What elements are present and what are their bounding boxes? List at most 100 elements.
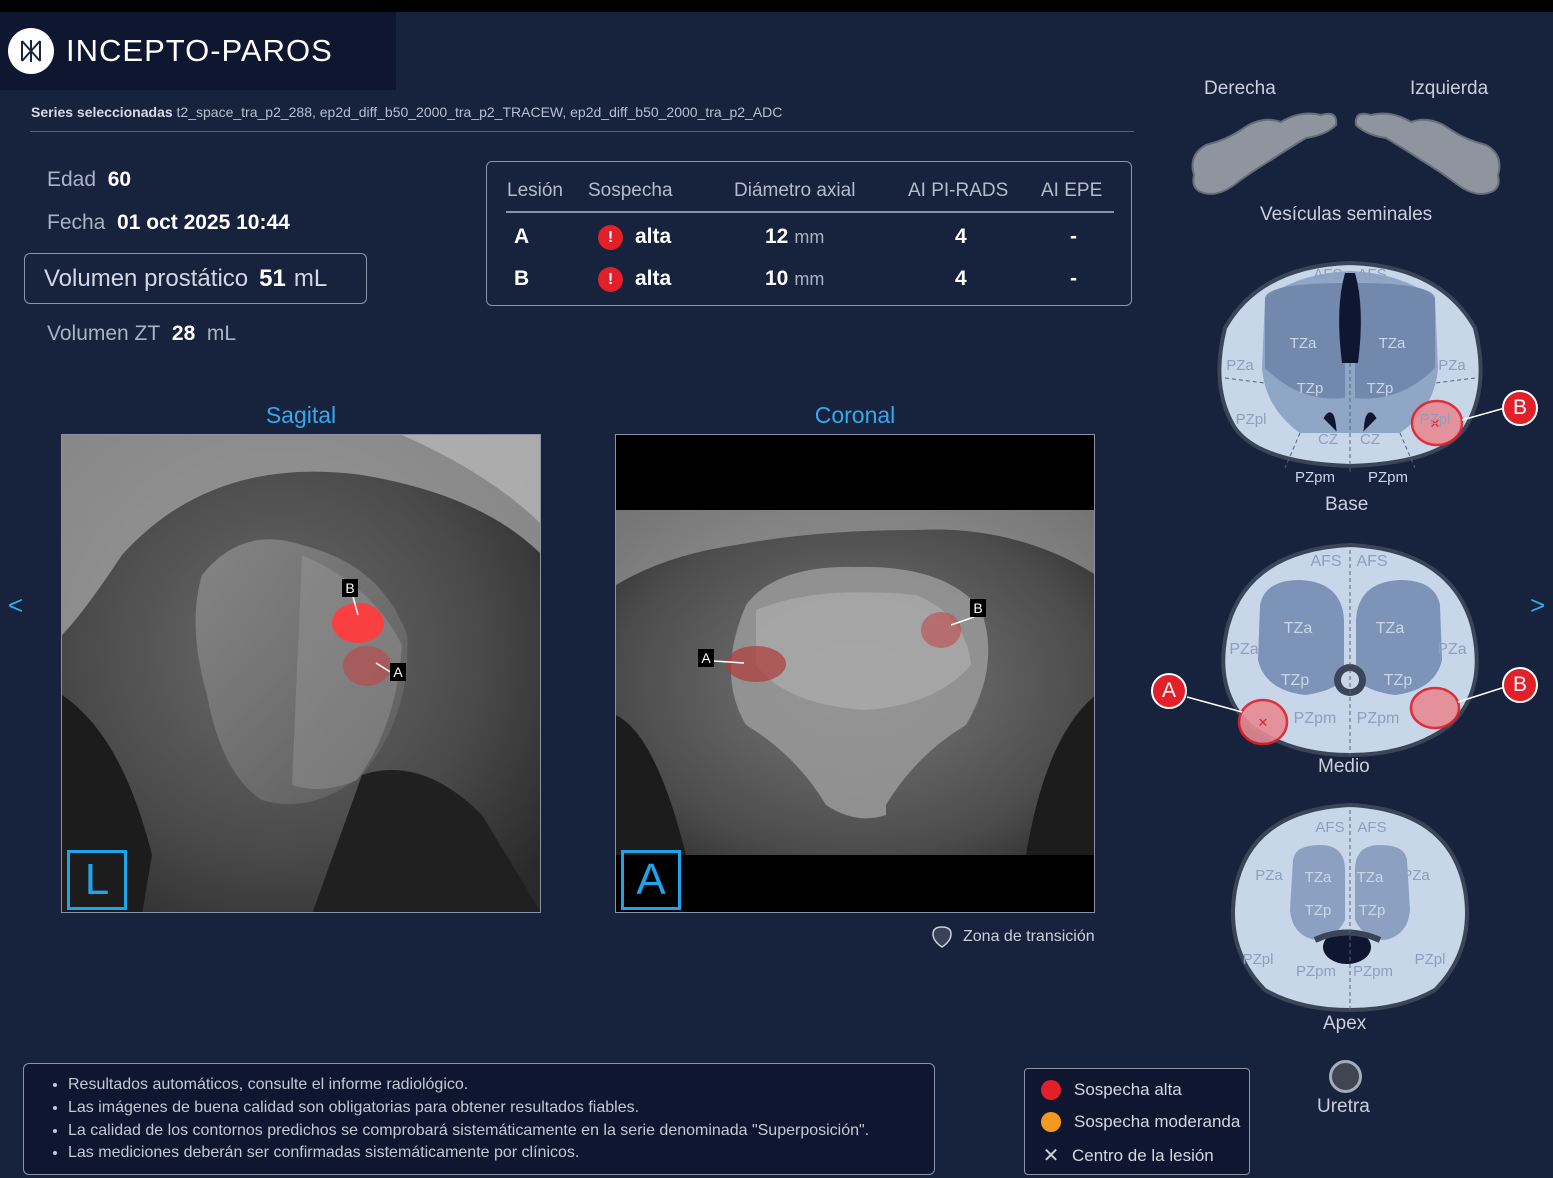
mid-zone-map: ✕ AFS AFS TZa TZa PZa PZa TZp TZp PZpm P…: [1186, 542, 1506, 758]
zone-label: AFS: [1310, 553, 1341, 570]
lesion-table: Lesión Sospecha Diámetro axial AI PI-RAD…: [486, 161, 1132, 306]
urethra-label: Uretra: [1317, 1096, 1370, 1117]
top-bar: [0, 0, 1553, 12]
base-label: Base: [1325, 494, 1369, 515]
diameter-cell: 10 mm: [765, 267, 824, 291]
zt-volume: Volumen ZT 28 mL: [47, 322, 236, 346]
transition-zone-legend: Zona de transición: [931, 925, 1095, 949]
legend-moderate: Sospecha moderanda: [1041, 1112, 1240, 1132]
zone-label: TZa: [1305, 869, 1332, 886]
right-side-label: Derecha: [1204, 78, 1276, 99]
prostate-volume-value: 51: [259, 264, 286, 292]
study-date: Fecha 01 oct 2025 10:44: [47, 211, 290, 235]
sagittal-image: B A: [62, 435, 540, 912]
zone-label: PZpm: [1296, 963, 1336, 980]
lesion-center-icon: ✕: [1042, 1145, 1060, 1167]
suspicion-legend: Sospecha alta Sospecha moderanda ✕ Centr…: [1024, 1068, 1250, 1175]
zone-label: PZpl: [1415, 951, 1446, 968]
pirads-value: 4: [955, 225, 967, 248]
note-item: Las mediciones deberán ser confirmadas s…: [68, 1142, 934, 1165]
zone-label: PZpl: [1243, 951, 1274, 968]
diameter-unit: mm: [794, 227, 825, 247]
zt-volume-unit: mL: [206, 322, 237, 345]
table-header-divider: [506, 211, 1114, 213]
apex-zone-map: AFS AFS PZa TZa TZa PZa TZp TZp PZpl PZp…: [1231, 802, 1469, 1013]
zone-label: PZpm: [1368, 469, 1408, 486]
date-label: Fecha: [47, 211, 106, 234]
zone-label: PZpl: [1420, 411, 1451, 428]
prostate-volume-unit: mL: [293, 264, 328, 292]
coronal-marker-b: B: [973, 600, 982, 616]
zone-label: PZa: [1229, 641, 1258, 658]
zt-volume-label: Volumen ZT: [47, 322, 161, 345]
lesion-b-marker[interactable]: B: [1502, 667, 1538, 703]
moderate-suspicion-icon: [1041, 1112, 1061, 1132]
zone-label: AFS: [1315, 819, 1344, 836]
coronal-marker-a: A: [701, 650, 711, 666]
series-label: Series seleccionadas: [31, 104, 173, 120]
series-value: t2_space_tra_p2_288, ep2d_diff_b50_2000_…: [176, 104, 783, 120]
transition-zone-icon: [932, 926, 952, 948]
diameter-cell: 12 mm: [765, 225, 824, 249]
zone-label: TZa: [1357, 869, 1384, 886]
age-value: 60: [107, 168, 132, 191]
orientation-marker: A: [621, 850, 681, 910]
sagittal-viewer[interactable]: B A L: [61, 434, 541, 913]
sagittal-title: Sagital: [265, 402, 337, 428]
orientation-marker: L: [67, 850, 127, 910]
lesion-id: A: [514, 225, 530, 248]
seminal-vesicles-title: Vesículas seminales: [1260, 204, 1433, 225]
patient-age: Edad 60: [47, 168, 131, 192]
zone-label: PZa: [1402, 867, 1430, 884]
lesion-a-overlay: [726, 646, 786, 682]
lesion-b-overlay: [921, 612, 961, 648]
zone-label: TZp: [1384, 672, 1413, 689]
legend-high: Sospecha alta: [1041, 1080, 1182, 1100]
coronal-image: A B: [616, 435, 1094, 912]
zone-label: TZa: [1376, 620, 1405, 637]
sagittal-marker-b: B: [345, 580, 354, 596]
zone-label: TZp: [1281, 672, 1310, 689]
zone-label: TZa: [1379, 335, 1406, 352]
date-value: 01 oct 2025 10:44: [117, 211, 290, 234]
high-suspicion-icon: [1041, 1080, 1061, 1100]
sagittal-marker-a: A: [393, 664, 403, 680]
zone-label: PZa: [1255, 867, 1283, 884]
urethra-icon: [1329, 1060, 1362, 1093]
transition-zone-label: Zona de transición: [963, 928, 1095, 945]
zone-label: TZp: [1359, 902, 1386, 919]
col-header-diameter: Diámetro axial: [734, 180, 856, 201]
zone-label: AFS: [1356, 553, 1387, 570]
svg-text:✕: ✕: [1258, 715, 1269, 730]
diameter-value: 12: [765, 225, 789, 248]
zone-label: CZ: [1360, 431, 1380, 448]
suspicion-level: alta: [635, 267, 672, 290]
zone-label: AFS: [1357, 266, 1386, 283]
coronal-viewer[interactable]: A B A: [615, 434, 1095, 913]
legend-center: ✕ Centro de la lesión: [1041, 1143, 1214, 1168]
diameter-value: 10: [765, 267, 789, 290]
zone-label: PZa: [1438, 357, 1466, 374]
base-zone-map: ✕ AFS AFS TZa TZa PZa PZa TZp TZp PZpl P…: [1217, 260, 1506, 486]
lesion-b-overlay: [332, 603, 384, 643]
lesion-a-marker[interactable]: A: [1151, 673, 1187, 709]
alert-icon: !: [598, 225, 623, 250]
alert-icon: !: [598, 267, 623, 292]
zone-label: TZp: [1305, 902, 1332, 919]
zone-label: TZp: [1367, 380, 1394, 397]
zone-label: PZa: [1226, 357, 1254, 374]
app-header: INCEPTO-PAROS: [0, 12, 396, 90]
legend-high-label: Sospecha alta: [1074, 1080, 1182, 1099]
lesion-id: B: [514, 267, 530, 290]
lesion-b-marker[interactable]: B: [1502, 390, 1538, 426]
app-logo-icon: [8, 28, 54, 74]
prev-button[interactable]: <: [8, 590, 23, 621]
note-item: Resultados automáticos, consulte el info…: [68, 1074, 934, 1097]
epe-value: -: [1070, 267, 1077, 290]
zone-label: PZpl: [1236, 411, 1267, 428]
zone-label: PZa: [1437, 641, 1466, 658]
note-item: Las imágenes de buena calidad son obliga…: [68, 1097, 934, 1120]
lesion-a-overlay: [343, 646, 391, 686]
col-header-suspicion: Sospecha: [588, 180, 673, 201]
app-name: INCEPTO-PAROS: [66, 33, 333, 68]
